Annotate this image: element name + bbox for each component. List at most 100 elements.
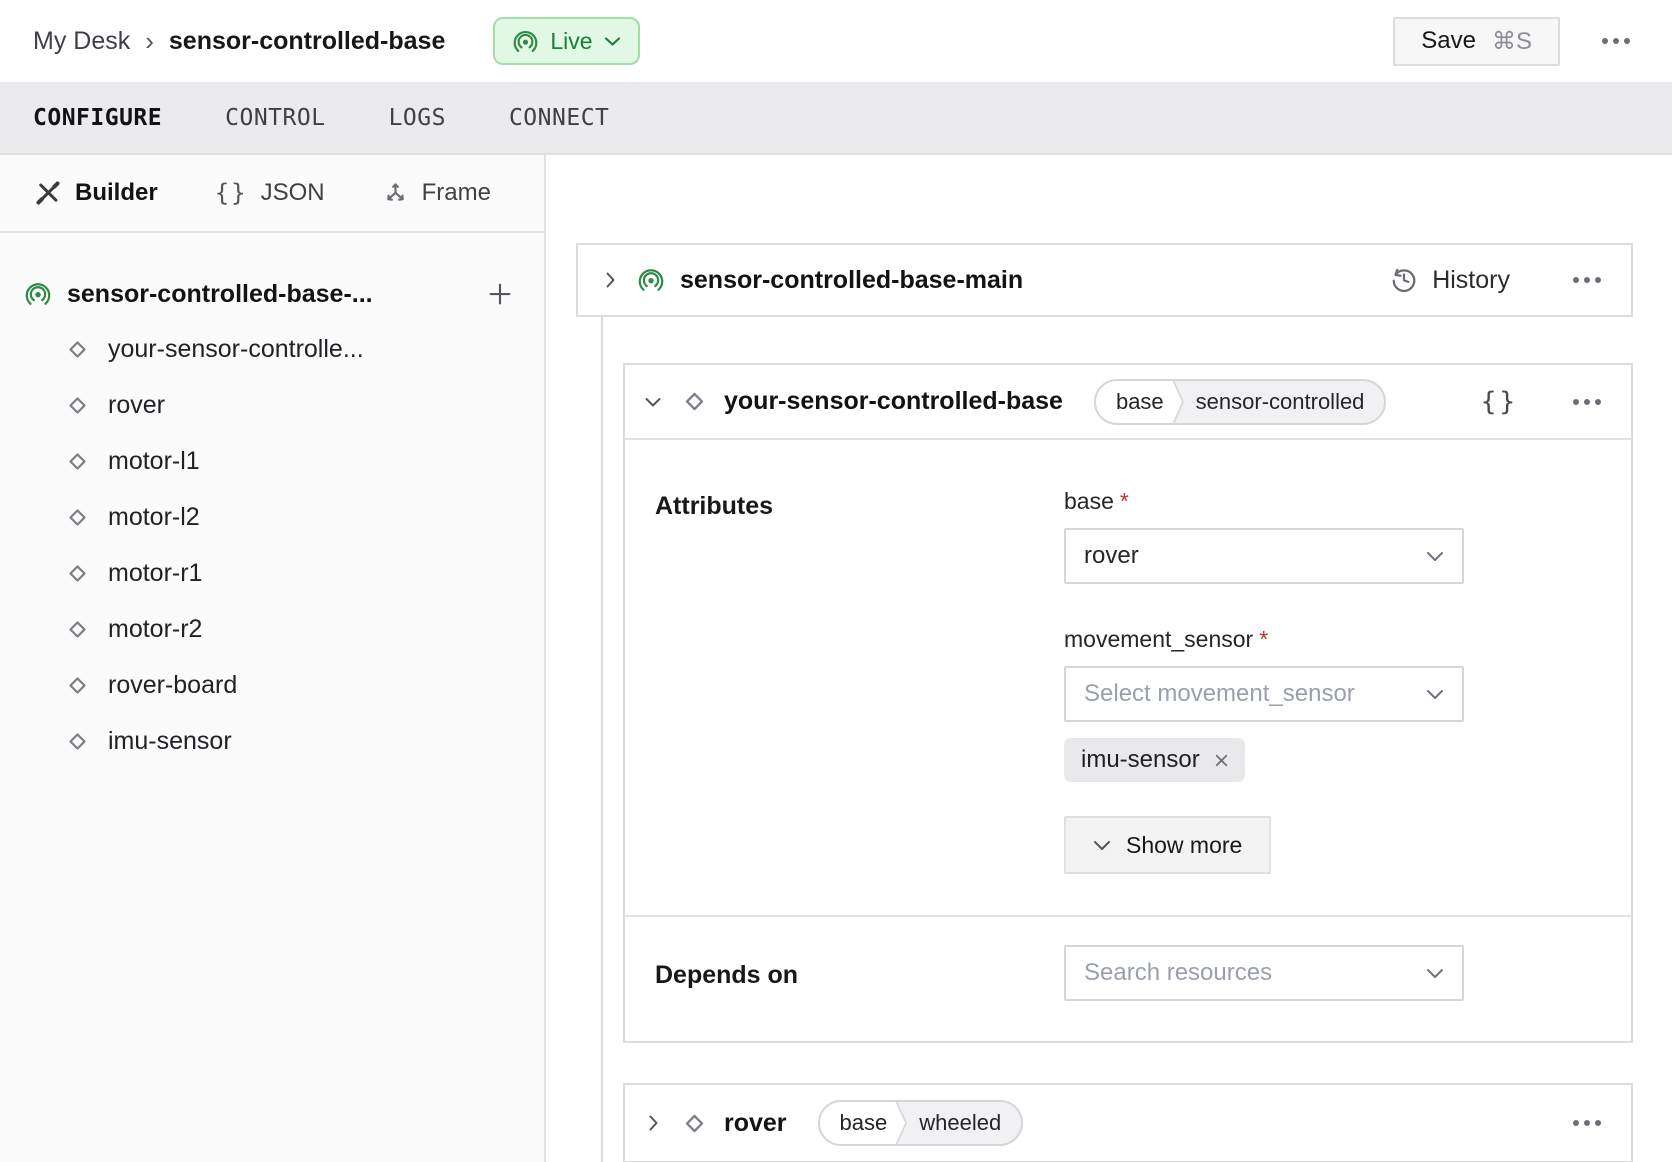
chevron-down-icon bbox=[1426, 968, 1444, 979]
resource-card-title: your-sensor-controlled-base bbox=[724, 387, 1063, 416]
live-status-dropdown[interactable]: Live bbox=[493, 17, 639, 65]
component-diamond-icon bbox=[64, 672, 91, 699]
config-main-panel: sensor-controlled-base-main History bbox=[546, 155, 1672, 1162]
view-tab-builder[interactable]: Builder bbox=[34, 179, 158, 207]
history-button[interactable]: History bbox=[1389, 265, 1510, 295]
resource-tree: sensor-controlled-base-... your-sensor-c… bbox=[0, 233, 544, 769]
json-toggle-icon[interactable]: {} bbox=[1481, 387, 1518, 417]
resource-card-rover: rover base wheeled bbox=[623, 1083, 1633, 1162]
config-sidebar: Builder {} JSON Frame bbox=[0, 155, 546, 1162]
part-connector-line bbox=[601, 317, 603, 1162]
curly-braces-icon: {} bbox=[215, 179, 248, 207]
expand-chevron-right-icon[interactable] bbox=[598, 268, 622, 292]
tree-part-name: sensor-controlled-base-... bbox=[67, 280, 480, 309]
part-card-title: sensor-controlled-base-main bbox=[680, 266, 1023, 295]
tab-logs[interactable]: LOGS bbox=[389, 105, 446, 131]
view-tab-builder-label: Builder bbox=[75, 179, 158, 207]
movement-sensor-select[interactable]: Select movement_sensor bbox=[1064, 666, 1464, 722]
tree-part-row[interactable]: sensor-controlled-base-... bbox=[24, 267, 520, 321]
depends-on-heading: Depends on bbox=[655, 945, 1064, 1001]
broadcast-icon bbox=[24, 280, 52, 308]
tab-control[interactable]: CONTROL bbox=[225, 105, 325, 131]
component-diamond-icon bbox=[680, 1109, 709, 1138]
badge-model-segment: wheeled bbox=[909, 1102, 1021, 1144]
add-component-icon[interactable] bbox=[480, 274, 520, 314]
tree-item-motor-r2[interactable]: motor-r2 bbox=[24, 601, 520, 657]
expand-chevron-right-icon[interactable] bbox=[641, 1111, 665, 1135]
base-select-value: rover bbox=[1084, 542, 1139, 570]
broadcast-icon bbox=[512, 28, 539, 55]
remove-tag-icon[interactable] bbox=[1213, 752, 1230, 769]
attributes-section: Attributes base* rover bbox=[625, 440, 1631, 915]
api-model-badge: base wheeled bbox=[818, 1100, 1024, 1146]
collapse-chevron-down-icon[interactable] bbox=[641, 390, 665, 414]
history-clock-icon bbox=[1389, 265, 1419, 295]
frame-axes-icon bbox=[382, 180, 409, 207]
field-base-label: base* bbox=[1064, 488, 1464, 515]
header-more-icon[interactable] bbox=[1596, 32, 1636, 50]
selected-sensors: imu-sensor bbox=[1064, 738, 1464, 782]
view-tab-json[interactable]: {} JSON bbox=[215, 179, 325, 207]
component-diamond-icon bbox=[64, 392, 91, 419]
rover-card-more-icon[interactable] bbox=[1567, 1114, 1607, 1132]
field-movement-sensor: movement_sensor* Select movement_sensor bbox=[1064, 626, 1464, 782]
component-diamond-icon bbox=[64, 504, 91, 531]
breadcrumb-separator-icon: › bbox=[145, 26, 154, 57]
imu-sensor-tag: imu-sensor bbox=[1064, 738, 1245, 782]
tree-item-rover-board[interactable]: rover-board bbox=[24, 657, 520, 713]
tree-item-imu-sensor[interactable]: imu-sensor bbox=[24, 713, 520, 769]
show-more-button[interactable]: Show more bbox=[1064, 816, 1271, 874]
attributes-heading: Attributes bbox=[655, 488, 1064, 874]
badge-chevron-divider bbox=[1170, 381, 1186, 423]
depends-on-placeholder: Search resources bbox=[1084, 959, 1272, 987]
tree-item-your-sensor-controlled-base[interactable]: your-sensor-controlle... bbox=[24, 321, 520, 377]
imu-sensor-tag-label: imu-sensor bbox=[1081, 746, 1200, 774]
breadcrumb-machine-name: sensor-controlled-base bbox=[169, 27, 445, 56]
tab-connect[interactable]: CONNECT bbox=[509, 105, 609, 131]
field-movement-sensor-label: movement_sensor* bbox=[1064, 626, 1464, 653]
part-card: sensor-controlled-base-main History bbox=[576, 243, 1633, 317]
view-tab-frame-label: Frame bbox=[422, 179, 491, 207]
tree-item-motor-r1[interactable]: motor-r1 bbox=[24, 545, 520, 601]
live-status-label: Live bbox=[550, 28, 592, 55]
chevron-down-icon bbox=[1093, 840, 1111, 851]
tree-item-motor-l1[interactable]: motor-l1 bbox=[24, 433, 520, 489]
broadcast-icon bbox=[637, 266, 665, 294]
breadcrumb-parent[interactable]: My Desk bbox=[33, 27, 130, 56]
chevron-down-icon bbox=[604, 36, 621, 47]
base-select[interactable]: rover bbox=[1064, 528, 1464, 584]
machine-nav-tabs: CONFIGURE CONTROL LOGS CONNECT bbox=[0, 82, 1672, 155]
required-asterisk: * bbox=[1259, 626, 1268, 652]
view-tab-json-label: JSON bbox=[261, 179, 325, 207]
depends-on-section: Depends on Search resources bbox=[625, 915, 1631, 1041]
top-header: My Desk › sensor-controlled-base Live Sa… bbox=[0, 0, 1672, 82]
badge-chevron-divider bbox=[893, 1102, 909, 1144]
resource-card-more-icon[interactable] bbox=[1567, 393, 1607, 411]
save-button[interactable]: Save ⌘S bbox=[1393, 17, 1560, 66]
tree-item-rover[interactable]: rover bbox=[24, 377, 520, 433]
badge-api-segment: base bbox=[820, 1102, 894, 1144]
resource-card-your-sensor-controlled-base: your-sensor-controlled-base base sensor-… bbox=[623, 363, 1633, 1043]
component-diamond-icon bbox=[680, 387, 709, 416]
field-base: base* rover bbox=[1064, 488, 1464, 584]
builder-tools-icon bbox=[34, 179, 62, 207]
resource-card-header: your-sensor-controlled-base base sensor-… bbox=[625, 365, 1631, 440]
tree-item-motor-l2[interactable]: motor-l2 bbox=[24, 489, 520, 545]
show-more-label: Show more bbox=[1126, 832, 1242, 859]
movement-sensor-placeholder: Select movement_sensor bbox=[1084, 680, 1355, 708]
viam-configure-page: My Desk › sensor-controlled-base Live Sa… bbox=[0, 0, 1672, 1162]
component-diamond-icon bbox=[64, 336, 91, 363]
api-model-badge: base sensor-controlled bbox=[1094, 379, 1386, 425]
history-label: History bbox=[1432, 266, 1510, 295]
component-diamond-icon bbox=[64, 728, 91, 755]
depends-on-select[interactable]: Search resources bbox=[1064, 945, 1464, 1001]
save-shortcut-hint: ⌘S bbox=[1492, 27, 1532, 56]
chevron-down-icon bbox=[1426, 551, 1444, 562]
sidebar-view-tabs: Builder {} JSON Frame bbox=[0, 155, 544, 233]
required-asterisk: * bbox=[1120, 488, 1129, 514]
view-tab-frame[interactable]: Frame bbox=[382, 179, 491, 207]
badge-model-segment: sensor-controlled bbox=[1186, 381, 1385, 423]
tab-configure[interactable]: CONFIGURE bbox=[33, 105, 162, 131]
rover-card-title: rover bbox=[724, 1109, 787, 1138]
part-card-more-icon[interactable] bbox=[1567, 271, 1607, 289]
